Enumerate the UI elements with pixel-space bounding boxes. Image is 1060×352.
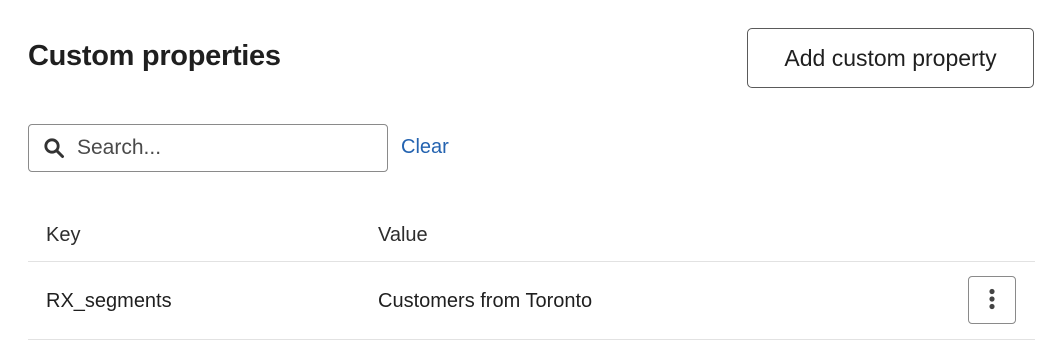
table-header: Key Value [28,210,1035,262]
page-title: Custom properties [28,40,281,72]
row-value: Customers from Toronto [378,290,593,312]
column-header-value: Value [378,224,428,246]
table-row: RX_segments Customers from Toronto [28,262,1035,340]
search-input[interactable] [77,125,387,171]
search-field[interactable] [28,124,388,172]
search-icon [43,137,65,159]
row-key: RX_segments [46,290,172,312]
add-custom-property-button[interactable]: Add custom property [747,28,1034,88]
row-actions-button[interactable] [968,276,1016,324]
column-header-key: Key [46,224,81,246]
clear-link[interactable]: Clear [401,136,449,159]
properties-table: Key Value RX_segments Customers from Tor… [28,210,1035,340]
more-vertical-icon [988,288,996,313]
